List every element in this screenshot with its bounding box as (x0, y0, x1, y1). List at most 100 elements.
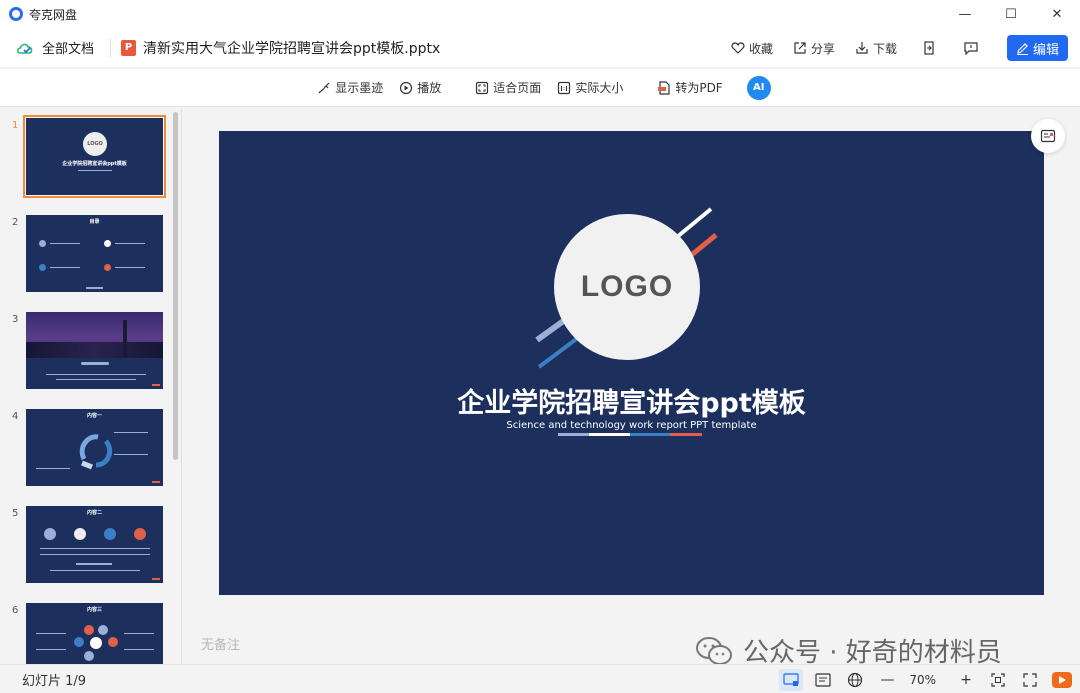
slide-thumbnail-6[interactable]: 内容三 (26, 603, 163, 664)
share-button[interactable]: 分享 (793, 40, 835, 57)
download-button[interactable]: 下载 (855, 40, 897, 57)
thumbnail-title: 目录 (89, 219, 100, 225)
thumbnail-dot (104, 528, 116, 540)
thumbnail-button (81, 362, 109, 365)
show-ink-button[interactable]: 显示墨迹 (317, 79, 383, 96)
thumbnail-line (114, 454, 148, 455)
fit-window-button[interactable] (986, 669, 1010, 691)
header-divider (110, 38, 112, 57)
slide-thumbnail-5[interactable]: 内容二 (26, 506, 163, 583)
heart-icon (731, 42, 745, 54)
slide-thumbnail-2[interactable]: 目录 (26, 215, 163, 292)
close-button[interactable]: ✕ (1034, 0, 1080, 28)
fit-page-icon (476, 81, 489, 94)
document-header: 全部文档 P 清新实用大气企业学院招聘宣讲会ppt模板.pptx 收藏 分享 下… (0, 28, 1080, 68)
play-button[interactable]: 播放 (399, 79, 441, 96)
cloud-icon (17, 43, 33, 54)
logo-text: LOGO (580, 270, 674, 303)
logo-placeholder: LOGO (554, 214, 700, 360)
all-docs-link[interactable]: 全部文档 (16, 38, 94, 57)
actual-size-icon (558, 81, 571, 94)
thumbnail-line (46, 374, 146, 375)
thumbnail-number: 5 (12, 508, 19, 519)
thumbnail-dot (39, 240, 46, 247)
thumbnail-dot (104, 240, 111, 247)
fit-page-label: 适合页面 (493, 81, 542, 95)
edit-button[interactable]: 编辑 (1007, 35, 1068, 61)
collect-button[interactable]: 收藏 (731, 40, 773, 57)
thumbnail-dot (84, 651, 94, 661)
thumbnail-logo: LOGO (83, 132, 107, 156)
thumbnail-line (36, 649, 66, 650)
thumbnail-line (50, 570, 140, 571)
slide-title: 企业学院招聘宣讲会ppt模板 (457, 388, 806, 419)
thumbnail-line (124, 633, 154, 634)
slide-subtitle: Science and technology work report PPT t… (506, 420, 757, 431)
show-ink-label: 显示墨迹 (335, 81, 384, 95)
minimize-button[interactable]: — (942, 0, 988, 28)
thumbnail-line (40, 548, 150, 549)
ai-assistant-button[interactable]: AI (746, 75, 771, 100)
pen-icon (1016, 42, 1028, 55)
thumbnail-dot (84, 625, 94, 635)
pdf-icon (658, 80, 670, 95)
zoom-level[interactable]: 70% (909, 673, 936, 687)
thumbnail-line (36, 468, 70, 469)
thumbnail-number: 2 (12, 217, 19, 228)
fit-page-button[interactable]: 适合页面 (475, 79, 541, 96)
notes-icon (815, 672, 831, 687)
current-slide: LOGO 企业学院招聘宣讲会ppt模板 Science and technolo… (219, 131, 1044, 595)
thumbnail-scrollbar[interactable] (173, 112, 178, 460)
header-actions: 收藏 分享 下载 编辑 (711, 28, 1068, 68)
city-skyline-image (26, 342, 163, 358)
wechat-icon (696, 636, 732, 665)
all-docs-label: 全部文档 (42, 42, 95, 57)
zoom-in-button[interactable]: + (954, 669, 978, 691)
to-pdf-button[interactable]: 转为PDF (657, 79, 723, 96)
download-label: 下载 (872, 41, 897, 56)
slide-counter: 幻灯片 1/9 (22, 673, 87, 689)
slide-thumbnail-3[interactable] (26, 312, 163, 389)
actual-size-button[interactable]: 实际大小 (557, 79, 623, 96)
collect-label: 收藏 (748, 41, 773, 56)
language-button[interactable] (843, 669, 867, 691)
maximize-button[interactable]: ☐ (988, 0, 1034, 28)
slide-thumbnail-4[interactable]: 内容一 (26, 409, 163, 486)
notes-view-button[interactable] (811, 669, 835, 691)
thumbnail-number: 1 (12, 120, 19, 131)
thumbnail-dot (90, 637, 102, 649)
tower-image (123, 320, 127, 358)
slide-thumbnail-1[interactable]: LOGO 企业学院招聘宣讲会ppt模板 (23, 115, 166, 198)
thumbnail-line (76, 563, 112, 565)
normal-view-button[interactable] (779, 668, 804, 691)
export-icon-button[interactable] (919, 38, 939, 58)
thumbnail-number: 4 (12, 411, 19, 422)
normal-view-icon (783, 672, 799, 686)
thumbnail-dot (108, 637, 118, 647)
slide-layout-button[interactable] (1031, 119, 1065, 153)
feedback-icon-button[interactable] (961, 38, 981, 58)
slideshow-play-button[interactable] (1052, 671, 1072, 688)
slide-viewer: LOGO 企业学院招聘宣讲会ppt模板 Science and technolo… (183, 108, 1080, 668)
app-logo-icon (9, 7, 23, 21)
to-pdf-label: 转为PDF (675, 81, 723, 95)
download-icon (856, 42, 868, 54)
thumbnail-dot (44, 528, 56, 540)
feedback-icon (964, 42, 978, 55)
thumbnail-line (56, 379, 136, 380)
notes-placeholder[interactable]: 无备注 (201, 634, 240, 653)
thumbnail-bar (86, 287, 103, 289)
share-label: 分享 (810, 41, 835, 56)
slide-decoration-lines (535, 207, 718, 436)
fullscreen-button[interactable] (1018, 669, 1042, 691)
thumbnail-line (124, 649, 154, 650)
thumbnail-number: 3 (12, 314, 19, 325)
thumbnail-line (114, 432, 148, 433)
zoom-out-button[interactable]: — (875, 669, 899, 691)
layout-icon (1040, 129, 1056, 143)
thumbnail-line (40, 554, 150, 555)
thumbnail-line (115, 243, 145, 244)
thumbnail-number: 6 (12, 605, 19, 616)
window-controls: — ☐ ✕ (942, 0, 1080, 28)
thumbnail-line (50, 243, 80, 244)
